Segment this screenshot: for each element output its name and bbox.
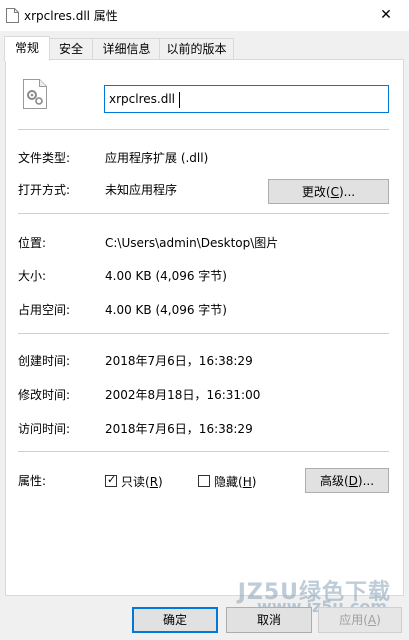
size-value: 4.00 KB (4,096 字节) xyxy=(105,269,227,283)
size-label: 大小: xyxy=(18,269,47,283)
size-on-disk-label: 占用空间: xyxy=(18,303,71,317)
file-type-label: 文件类型: xyxy=(18,151,71,165)
accessed-label: 访问时间: xyxy=(18,422,71,436)
tab-security[interactable]: 安全 xyxy=(48,38,94,60)
opens-with-label: 打开方式: xyxy=(18,183,71,197)
modified-value: 2002年8月18日，16:31:00 xyxy=(105,388,261,402)
separator xyxy=(18,129,389,130)
advanced-button[interactable]: 高级(D)... xyxy=(305,468,389,493)
attributes-label: 属性: xyxy=(18,474,47,488)
tab-strip: 常规 安全 详细信息 以前的版本 xyxy=(0,36,409,61)
file-icon xyxy=(6,8,19,23)
close-button[interactable]: ✕ xyxy=(363,0,409,31)
apply-button[interactable]: 应用(A) xyxy=(318,607,402,633)
size-on-disk-value: 4.00 KB (4,096 字节) xyxy=(105,303,227,317)
close-icon: ✕ xyxy=(380,7,392,23)
separator xyxy=(18,451,389,452)
location-value: C:\Users\admin\Desktop\图片 xyxy=(105,236,279,250)
opens-with-value: 未知应用程序 xyxy=(105,183,178,197)
modified-label: 修改时间: xyxy=(18,388,71,402)
file-name-value: xrpclres.dll xyxy=(109,92,175,106)
readonly-label[interactable]: 只读(R) xyxy=(121,473,163,490)
tab-details[interactable]: 详细信息 xyxy=(92,38,161,60)
location-label: 位置: xyxy=(18,236,47,250)
dll-file-icon xyxy=(23,79,47,109)
hidden-label[interactable]: 隐藏(H) xyxy=(214,473,256,490)
separator xyxy=(18,333,389,334)
accessed-value: 2018年7月6日，16:38:29 xyxy=(105,422,253,436)
created-label: 创建时间: xyxy=(18,354,71,368)
tab-general[interactable]: 常规 xyxy=(4,36,50,61)
text-caret xyxy=(179,91,180,108)
check-icon: ✓ xyxy=(107,473,117,486)
ok-button[interactable]: 确定 xyxy=(132,607,218,633)
created-value: 2018年7月6日，16:38:29 xyxy=(105,354,253,368)
file-type-value: 应用程序扩展 (.dll) xyxy=(105,151,209,165)
file-name-input[interactable]: xrpclres.dll xyxy=(104,85,389,113)
window-title: xrpclres.dll 属性 xyxy=(24,9,118,23)
title-bar: xrpclres.dll 属性 ✕ xyxy=(0,0,409,31)
tab-previous-versions[interactable]: 以前的版本 xyxy=(159,38,234,60)
readonly-checkbox[interactable]: ✓ xyxy=(105,473,117,487)
cancel-button[interactable]: 取消 xyxy=(226,607,312,633)
general-panel: xrpclres.dll 文件类型: 应用程序扩展 (.dll) 打开方式: 未… xyxy=(5,59,404,605)
hidden-checkbox[interactable] xyxy=(198,475,210,487)
separator xyxy=(18,213,389,214)
change-button[interactable]: 更改(C)... xyxy=(268,179,389,204)
